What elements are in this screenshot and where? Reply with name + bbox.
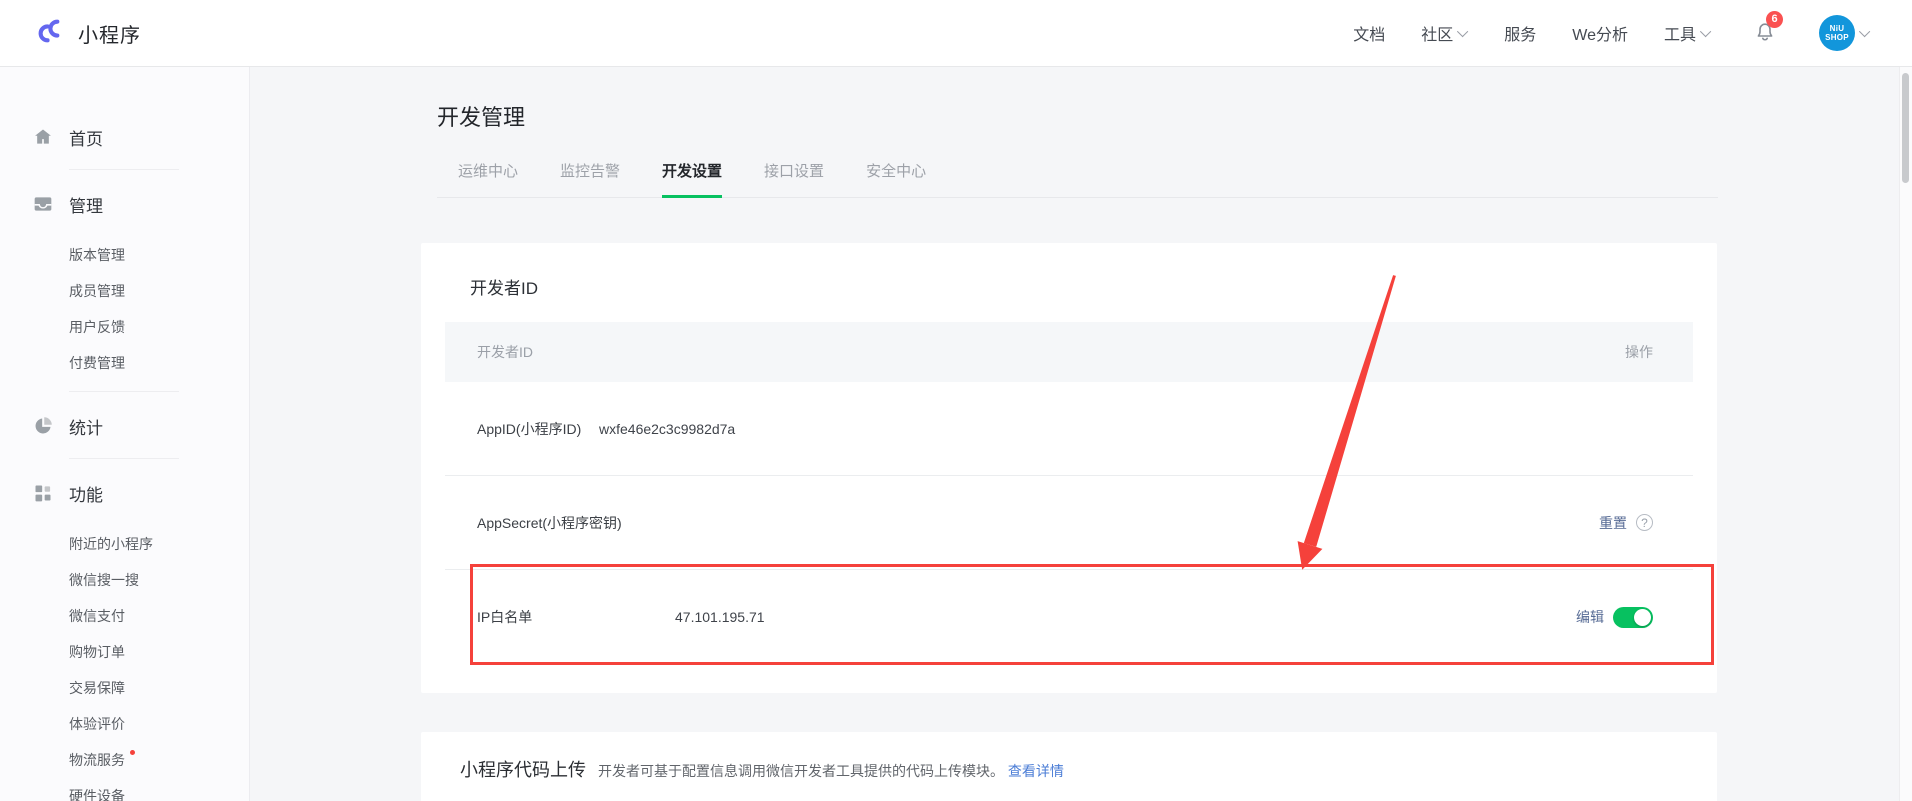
sidebar-item-shopping-orders[interactable]: 购物订单 (0, 642, 125, 662)
chevron-down-icon (1700, 26, 1711, 37)
ip-whitelist-toggle[interactable] (1613, 607, 1653, 628)
bell-icon (1753, 30, 1777, 47)
notification-bell-button[interactable]: 6 (1753, 19, 1777, 48)
table-row-ip-whitelist: IP白名单 47.101.195.71 编辑 (445, 570, 1693, 664)
account-menu[interactable]: NiUSHOP (1819, 15, 1870, 51)
inbox-icon (33, 194, 53, 214)
help-icon[interactable]: ? (1636, 514, 1653, 531)
nav-item-community[interactable]: 社区 (1421, 21, 1468, 45)
code-upload-card: 小程序代码上传 开发者可基于配置信息调用微信开发者工具提供的代码上传模块。 查看… (421, 732, 1717, 801)
ip-whitelist-value: 47.101.195.71 (675, 609, 765, 625)
new-badge-dot (130, 750, 135, 755)
sidebar-divider (69, 169, 179, 170)
top-header: 小程序 文档 社区 服务 We分析 工具 6 NiUSHOP (0, 0, 1912, 67)
developer-id-table: 开发者ID 操作 AppID(小程序ID) wxfe46e2c3c9982d7a… (445, 322, 1693, 664)
miniprogram-logo[interactable]: 小程序 (36, 15, 141, 52)
table-header-action: 操作 (1625, 342, 1693, 362)
toggle-knob (1634, 609, 1651, 626)
table-row-appsecret: AppSecret(小程序密钥) 重置 ? (445, 476, 1693, 570)
appsecret-label: AppSecret(小程序密钥) (445, 513, 675, 533)
developer-id-card: 开发者ID 开发者ID 操作 AppID(小程序ID) wxfe46e2c3c9… (421, 243, 1717, 693)
tab-monitoring-alerts[interactable]: 监控告警 (560, 162, 620, 198)
tab-api-settings[interactable]: 接口设置 (764, 162, 824, 198)
sidebar-item-home[interactable]: 首页 (0, 123, 249, 151)
sidebar-divider (69, 458, 179, 459)
tab-operations-center[interactable]: 运维中心 (458, 162, 518, 198)
code-upload-title: 小程序代码上传 (460, 756, 586, 782)
scrollbar-track (1899, 67, 1912, 801)
table-header-name: 开发者ID (445, 342, 533, 362)
grid-icon (33, 483, 53, 503)
reset-appsecret-link[interactable]: 重置 (1599, 513, 1627, 533)
sidebar-item-experience-rating[interactable]: 体验评价 (0, 714, 125, 734)
sidebar-item-transaction-guarantee[interactable]: 交易保障 (0, 678, 125, 698)
table-header-row: 开发者ID 操作 (445, 322, 1693, 382)
pie-chart-icon (33, 416, 53, 436)
appid-value: wxfe46e2c3c9982d7a (599, 421, 735, 437)
sidebar-item-management[interactable]: 管理 (0, 190, 249, 218)
notification-badge: 6 (1766, 11, 1783, 28)
nav-item-docs[interactable]: 文档 (1353, 21, 1385, 45)
scrollbar-thumb[interactable] (1902, 73, 1909, 183)
ip-whitelist-label: IP白名单 (445, 607, 675, 627)
edit-ip-whitelist-link[interactable]: 编辑 (1576, 607, 1604, 627)
nav-item-tools[interactable]: 工具 (1664, 21, 1711, 45)
sidebar: 首页 管理 版本管理 成员管理 用户反馈 付费管理 统计 (0, 67, 250, 801)
logo-text: 小程序 (78, 19, 141, 48)
sidebar-item-wechat-search[interactable]: 微信搜一搜 (0, 570, 139, 590)
sidebar-item-payment-management[interactable]: 付费管理 (0, 353, 125, 373)
view-details-link[interactable]: 查看详情 (1008, 763, 1064, 779)
developer-id-card-title: 开发者ID (470, 274, 538, 299)
nav-item-services[interactable]: 服务 (1504, 21, 1536, 45)
miniprogram-logo-icon (36, 15, 68, 52)
header-nav: 文档 社区 服务 We分析 工具 6 NiUSHOP (1353, 15, 1870, 51)
sidebar-divider (69, 391, 179, 392)
sidebar-item-features[interactable]: 功能 (0, 479, 249, 507)
sidebar-item-version-management[interactable]: 版本管理 (0, 245, 125, 265)
tab-security-center[interactable]: 安全中心 (866, 162, 926, 198)
chevron-down-icon (1457, 26, 1468, 37)
sidebar-item-statistics[interactable]: 统计 (0, 412, 249, 440)
sidebar-item-wechat-pay[interactable]: 微信支付 (0, 606, 125, 626)
sidebar-item-hardware-devices[interactable]: 硬件设备 (0, 786, 125, 801)
home-icon (33, 127, 53, 147)
table-row-appid: AppID(小程序ID) wxfe46e2c3c9982d7a (445, 382, 1693, 476)
sidebar-item-member-management[interactable]: 成员管理 (0, 281, 125, 301)
avatar: NiUSHOP (1819, 15, 1855, 51)
nav-item-we-analytics[interactable]: We分析 (1572, 21, 1628, 45)
page-title: 开发管理 (437, 100, 525, 132)
sidebar-item-logistics-service[interactable]: 物流服务 (0, 750, 125, 770)
appid-label: AppID(小程序ID) (445, 419, 599, 439)
tab-bar: 运维中心 监控告警 开发设置 接口设置 安全中心 (458, 162, 926, 198)
sidebar-item-user-feedback[interactable]: 用户反馈 (0, 317, 125, 337)
tab-development-settings[interactable]: 开发设置 (662, 162, 722, 198)
code-upload-description: 开发者可基于配置信息调用微信开发者工具提供的代码上传模块。 查看详情 (598, 761, 1064, 781)
sidebar-item-nearby-miniprograms[interactable]: 附近的小程序 (0, 534, 153, 554)
chevron-down-icon (1859, 26, 1870, 37)
